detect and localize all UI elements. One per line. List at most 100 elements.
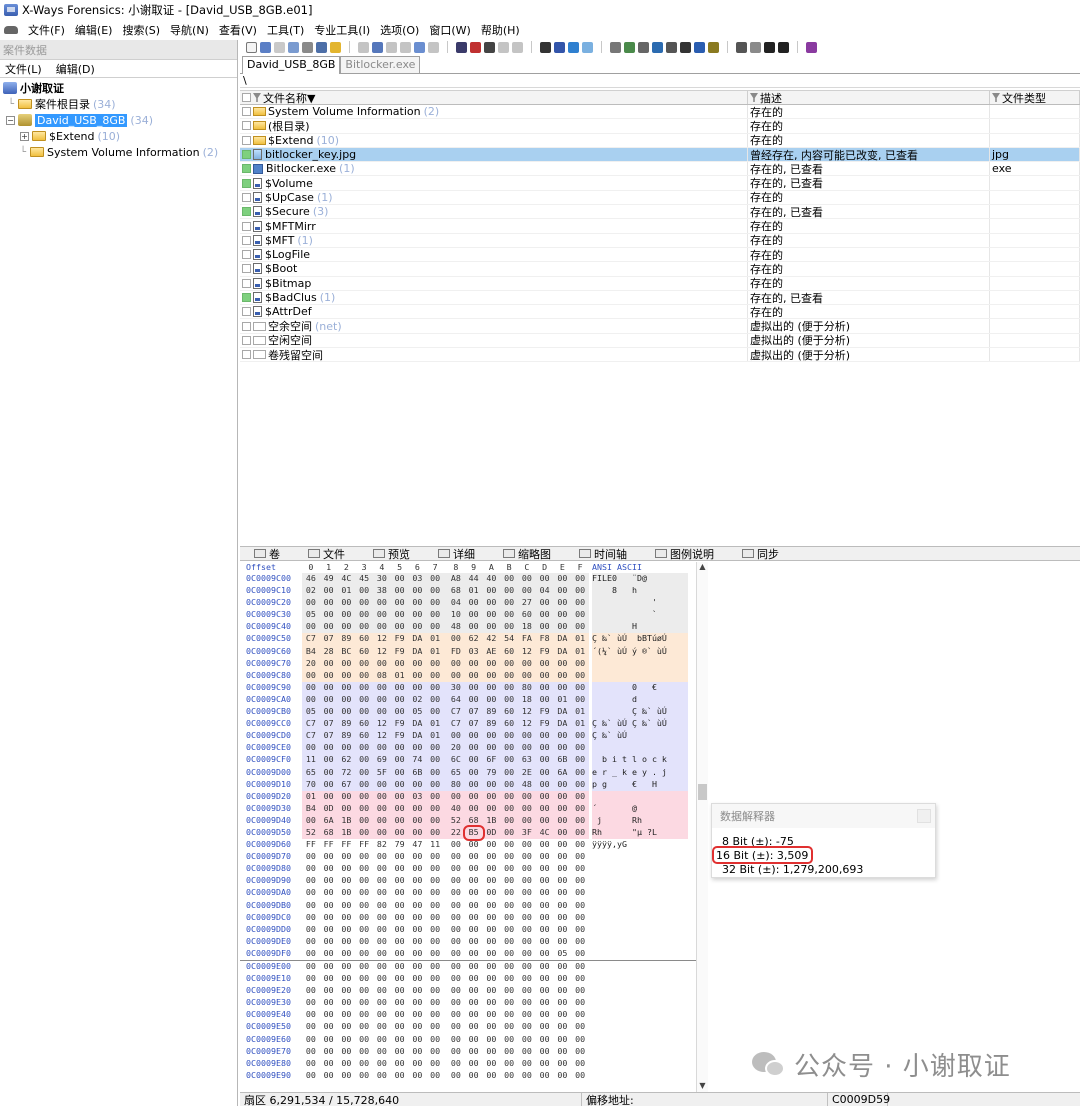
hex-row[interactable]: 0C0009C10 02 00 01 00 38 00 00 00 68 01 00 00 00 04 00 0…: [240, 585, 710, 598]
file-row[interactable]: 空闲空间 虚拟出的 (便于分析): [240, 333, 1080, 349]
hex-row[interactable]: 0C0009E00 00 00 00 00 00 00 00 00 00 00 00 00 00 00 00 0…: [240, 961, 710, 973]
hex-bytes[interactable]: 52 68 1B 00 00 00 00 00 22 B5 0D 00 3F 4C 00 00: [302, 824, 589, 842]
case-menu-file[interactable]: 文件(L): [5, 61, 42, 77]
hex-bytes[interactable]: 00 6A 1B 00 00 00 00 00 52 68 1B 00 00 00 00 00: [302, 814, 589, 827]
menu-navigate[interactable]: 导航(N): [170, 22, 209, 38]
hex-row[interactable]: 0C0009E60 00 00 00 00 00 00 00 00 00 00 00 00 00 00 00 0…: [240, 1034, 710, 1046]
hex-row[interactable]: 0C0009D90 00 00 00 00 00 00 00 00 00 00 00 00 00 00 00 0…: [240, 875, 710, 887]
paste-icon[interactable]: [400, 41, 411, 53]
tree-node-drive[interactable]: − David_USB_8GB (34): [0, 112, 237, 128]
hex-row[interactable]: 0C0009D80 00 00 00 00 00 00 00 00 00 00 00 00 00 00 00 0…: [240, 863, 710, 875]
file-checkbox[interactable]: [242, 321, 251, 331]
file-checkbox[interactable]: [242, 121, 251, 131]
hex-row[interactable]: 0C0009E10 00 00 00 00 00 00 00 00 00 00 00 00 00 00 00 0…: [240, 973, 710, 985]
system-menu-icon[interactable]: [4, 25, 18, 34]
tab-details[interactable]: 详细: [424, 547, 489, 561]
filter-icon[interactable]: [750, 93, 758, 102]
hex-row[interactable]: 0C0009C60 B4 28 BC 60 12 F9 DA 01 FD 03 AE 60 12 F9 DA 0…: [240, 645, 710, 658]
file-row[interactable]: $Extend (10) 存在的: [240, 133, 1080, 148]
select-all-checkbox[interactable]: [242, 93, 251, 102]
hex-bytes[interactable]: 11 00 62 00 69 00 74 00 6C 00 6F 00 63 00 6B 00: [302, 754, 589, 767]
file-row[interactable]: (根目录) 存在的: [240, 119, 1080, 134]
file-name-cell[interactable]: $MFT (1): [240, 233, 748, 247]
tree-node-case[interactable]: 小谢取证: [0, 80, 237, 96]
disk-icon[interactable]: [288, 41, 299, 53]
file-row[interactable]: $MFT (1) 存在的: [240, 233, 1080, 248]
menu-search[interactable]: 搜索(S): [122, 22, 160, 38]
prev-icon[interactable]: [764, 41, 775, 53]
hex-row[interactable]: 0C0009C80 00 00 00 00 08 01 00 00 00 00 00 00 00 00 00 0…: [240, 669, 710, 682]
close-icon[interactable]: [917, 809, 931, 823]
file-checkbox[interactable]: [242, 135, 251, 145]
hex-row[interactable]: 0C0009C40 00 00 00 00 00 00 00 00 48 00 00 00 18 00 00 0…: [240, 621, 710, 634]
file-row[interactable]: $AttrDef 存在的: [240, 305, 1080, 320]
hex-row[interactable]: 0C0009D10 70 00 67 00 00 00 00 00 80 00 00 00 48 00 00 0…: [240, 778, 710, 791]
export-icon[interactable]: [330, 41, 341, 53]
file-row[interactable]: $UpCase (1) 存在的: [240, 190, 1080, 206]
file-name-cell[interactable]: 卷残留空间: [240, 348, 748, 362]
hex-row[interactable]: 0C0009C30 05 00 00 00 00 00 00 00 10 00 00 00 60 00 00 0…: [240, 609, 710, 622]
print-icon[interactable]: [302, 41, 313, 53]
menu-options[interactable]: 选项(O): [380, 22, 419, 38]
goto-icon[interactable]: [540, 41, 551, 53]
tab-gallery[interactable]: 缩略图: [489, 547, 565, 561]
file-name-cell[interactable]: $AttrDef: [240, 305, 748, 319]
find-text-icon[interactable]: [484, 41, 495, 53]
hex-bytes[interactable]: 01 00 00 00 00 00 03 00 00 00 00 00 00 00 00 00: [302, 790, 589, 803]
hex-scrollbar[interactable]: ▲ ▼: [696, 562, 708, 1092]
hex-bytes[interactable]: 00 00 00 00 00 00 00 00 00 00 00 00 00 00 00 00: [302, 1070, 589, 1082]
file-checkbox[interactable]: [242, 192, 251, 202]
hex-bytes[interactable]: 00 00 00 00 00 00 00 00 00 00 00 00 00 00 00 00: [302, 887, 589, 899]
hex-bytes[interactable]: 00 00 00 00 00 00 00 00 00 00 00 00 00 00 05 00: [302, 948, 589, 960]
file-name-cell[interactable]: System Volume Information (2): [240, 105, 748, 119]
file-checkbox[interactable]: [242, 178, 251, 188]
file-name-cell[interactable]: $LogFile: [240, 247, 748, 262]
hex-bytes[interactable]: 00 00 00 00 00 00 00 00 04 00 00 00 27 00 00 00: [302, 597, 589, 610]
file-checkbox[interactable]: [242, 150, 251, 160]
help-icon[interactable]: [806, 41, 817, 53]
tab-file[interactable]: 文件: [294, 547, 359, 561]
hex-bytes[interactable]: 20 00 00 00 00 00 00 00 00 00 00 00 00 00 00 00: [302, 657, 589, 670]
hex-row[interactable]: 0C0009E20 00 00 00 00 00 00 00 00 00 00 00 00 00 00 00 0…: [240, 985, 710, 997]
hex-bytes[interactable]: 00 00 00 00 00 00 00 00 48 00 00 00 18 00 00 00: [302, 621, 589, 634]
hex-bytes[interactable]: 00 00 00 00 00 00 00 00 00 00 00 00 00 00 00 00: [302, 875, 589, 887]
hex-icon[interactable]: [428, 41, 439, 53]
chart-icon[interactable]: [694, 41, 705, 53]
hex-bytes[interactable]: 00 00 00 00 00 00 00 00 00 00 00 00 00 00 00 00: [302, 900, 589, 912]
hex-row[interactable]: 0C0009E70 00 00 00 00 00 00 00 00 00 00 00 00 00 00 00 0…: [240, 1046, 710, 1058]
file-name-cell[interactable]: bitlocker_key.jpg: [240, 147, 748, 162]
hex-view[interactable]: Offset 0 1 2 3 4 5 6 7 8 9 A B C D E F ANSI ASCII 0C000…: [240, 562, 710, 1094]
image-tool-icon[interactable]: [624, 41, 635, 53]
hex-row[interactable]: 0C0009CF0 11 00 62 00 69 00 74 00 6C 00 6F 00 63 00 6B 0…: [240, 754, 710, 767]
hex-row[interactable]: 0C0009D20 01 00 00 00 00 00 03 00 00 00 00 00 00 00 00 0…: [240, 790, 710, 803]
menu-tools[interactable]: 工具(T): [267, 22, 304, 38]
filter-icon[interactable]: [253, 93, 261, 102]
goto-offset-icon[interactable]: [554, 41, 565, 53]
hex-row[interactable]: 0C0009CB0 05 00 00 00 00 00 05 00 C7 07 89 60 12 F9 DA 0…: [240, 706, 710, 719]
file-name-cell[interactable]: $Boot: [240, 262, 748, 276]
hex-bytes[interactable]: 46 49 4C 45 30 00 03 00 A8 44 40 00 00 00 00 00: [302, 573, 589, 586]
file-name-cell[interactable]: $Volume: [240, 176, 748, 190]
paste-special-icon[interactable]: [414, 41, 425, 53]
properties-icon[interactable]: [316, 41, 327, 53]
hex-row[interactable]: 0C0009CC0 C7 07 89 60 12 F9 DA 01 C7 07 89 60 12 F9 DA 0…: [240, 718, 710, 731]
hex-bytes[interactable]: B4 28 BC 60 12 F9 DA 01 FD 03 AE 60 12 F9 DA 01: [302, 645, 589, 658]
hex-row[interactable]: 0C0009DC0 00 00 00 00 00 00 00 00 00 00 00 00 00 00 00 0…: [240, 912, 710, 924]
hex-bytes[interactable]: C7 07 89 60 12 F9 DA 01 00 62 42 54 FA F8 DA 01: [302, 633, 589, 646]
replace-icon[interactable]: [512, 41, 523, 53]
hex-bytes[interactable]: 00 00 00 00 00 00 00 00 20 00 00 00 00 00 00 00: [302, 742, 589, 755]
hex-bytes[interactable]: 00 00 00 00 00 00 00 00 00 00 00 00 00 00 00 00: [302, 1046, 589, 1058]
file-row[interactable]: Bitlocker.exe (1) 存在的, 已查看 exe: [240, 162, 1080, 177]
back-icon[interactable]: [568, 41, 579, 53]
file-checkbox[interactable]: [242, 235, 251, 245]
hex-bytes[interactable]: 00 00 00 00 00 00 00 00 00 00 00 00 00 00 00 00: [302, 924, 589, 936]
file-checkbox[interactable]: [242, 350, 251, 360]
hex-bytes[interactable]: 00 00 00 00 08 01 00 00 00 00 00 00 00 00 00 00: [302, 669, 589, 682]
file-row[interactable]: $Bitmap 存在的: [240, 276, 1080, 291]
file-checkbox[interactable]: [242, 278, 251, 288]
file-checkbox[interactable]: [242, 207, 251, 217]
file-row[interactable]: $BadClus (1) 存在的, 已查看: [240, 290, 1080, 306]
hex-row[interactable]: 0C0009C50 C7 07 89 60 12 F9 DA 01 00 62 42 54 FA F8 DA 0…: [240, 633, 710, 646]
hex-row[interactable]: 0C0009D00 65 00 72 00 5F 00 6B 00 65 00 79 00 2E 00 6A 0…: [240, 766, 710, 779]
open-icon[interactable]: [260, 41, 271, 53]
